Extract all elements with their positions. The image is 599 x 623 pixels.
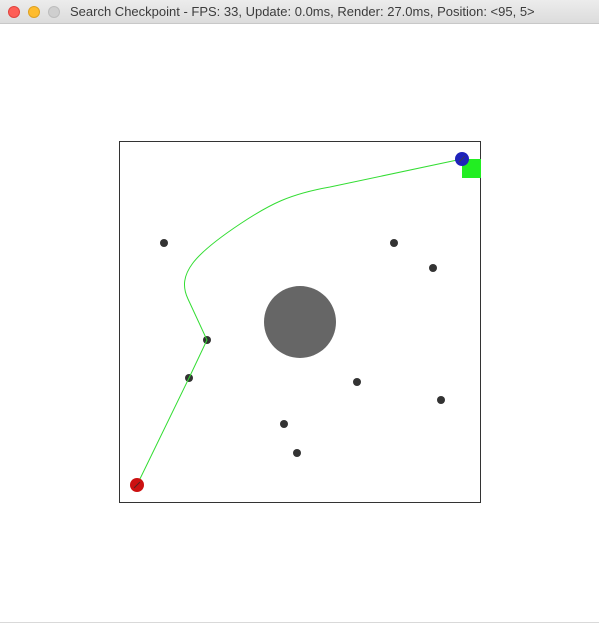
waypoint bbox=[353, 378, 361, 386]
app-window: Search Checkpoint - FPS: 33, Update: 0.0… bbox=[0, 0, 599, 623]
maximize-window-button[interactable] bbox=[48, 6, 60, 18]
minimize-window-button[interactable] bbox=[28, 6, 40, 18]
close-window-button[interactable] bbox=[8, 6, 20, 18]
waypoint bbox=[160, 239, 168, 247]
waypoint bbox=[390, 239, 398, 247]
circular-obstacle bbox=[264, 286, 336, 358]
waypoint bbox=[280, 420, 288, 428]
simulation-canvas[interactable] bbox=[0, 24, 599, 623]
waypoint bbox=[293, 449, 301, 457]
window-title: Search Checkpoint - FPS: 33, Update: 0.0… bbox=[70, 4, 535, 19]
waypoint bbox=[437, 396, 445, 404]
waypoint bbox=[429, 264, 437, 272]
title-bar[interactable]: Search Checkpoint - FPS: 33, Update: 0.0… bbox=[0, 0, 599, 24]
